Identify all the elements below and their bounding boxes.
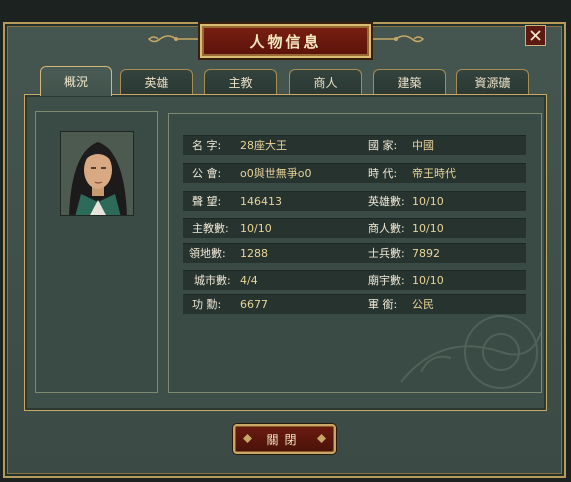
character-portrait: [60, 131, 134, 216]
info-row: 主教數: 10/10 商人數: 10/10: [183, 218, 526, 238]
floral-ornament-icon: [400, 315, 541, 389]
info-value: 帝王時代: [412, 167, 456, 180]
title-ornament-left-icon: [147, 35, 201, 43]
tab-buildings[interactable]: 建築: [373, 69, 446, 94]
window-title-plate: 人物信息: [200, 24, 371, 58]
info-label: 公 會:: [192, 167, 222, 180]
info-row: 公 會: o0與世無爭o0 時 代: 帝王時代: [183, 163, 526, 183]
info-row: 領地數: 1288 士兵數: 7892: [183, 243, 526, 263]
diamond-ornament-icon: [243, 434, 252, 443]
tab-merchants[interactable]: 商人: [289, 69, 362, 94]
info-value: 公民: [412, 298, 434, 311]
tab-label: 概況: [63, 75, 88, 89]
info-value: 6677: [240, 298, 268, 311]
info-label: 聲 望:: [192, 195, 222, 208]
info-row: 名 字: 28座大王 國 家: 中國: [183, 135, 526, 155]
info-value: 4/4: [240, 274, 258, 287]
tab-heroes[interactable]: 英雄: [120, 69, 193, 94]
info-value: o0與世無爭o0: [240, 167, 312, 180]
info-label: 國 家:: [368, 139, 398, 152]
close-x-icon: [530, 30, 541, 41]
close-window-button[interactable]: [525, 25, 546, 46]
info-value: 10/10: [412, 274, 444, 287]
tab-resource-mines[interactable]: 資源礦: [456, 69, 529, 94]
info-label: 廟宇數:: [368, 274, 405, 287]
info-value: 中國: [412, 139, 434, 152]
tab-label: 資源礦: [474, 75, 511, 90]
info-label: 軍 銜:: [368, 298, 398, 311]
info-label: 名 字:: [192, 139, 222, 152]
close-button[interactable]: 關閉: [233, 424, 336, 454]
tab-label: 商人: [313, 75, 338, 90]
close-button-label: 關閉: [266, 432, 303, 447]
info-row: 城市數: 4/4 廟宇數: 10/10: [183, 270, 526, 290]
info-label: 城市數:: [194, 274, 231, 287]
info-value: 1288: [240, 247, 268, 260]
info-value: 146413: [240, 195, 282, 208]
info-value: 10/10: [412, 222, 444, 235]
info-label: 領地數:: [189, 247, 226, 260]
tab-label: 主教: [228, 75, 253, 90]
info-label: 商人數:: [368, 222, 405, 235]
diamond-ornament-icon: [317, 434, 326, 443]
info-label: 時 代:: [368, 167, 398, 180]
window-title: 人物信息: [249, 32, 322, 51]
info-value: 7892: [412, 247, 440, 260]
info-label: 主教數:: [192, 222, 229, 235]
info-row: 功 勳: 6677 軍 銜: 公民: [183, 294, 526, 314]
info-value: 10/10: [412, 195, 444, 208]
tab-bishops[interactable]: 主教: [204, 69, 277, 94]
tab-overview[interactable]: 概況: [40, 66, 112, 96]
info-label: 士兵數:: [368, 247, 405, 260]
info-label: 功 勳:: [192, 298, 222, 311]
tab-label: 建築: [397, 75, 422, 90]
title-ornament-right-icon: [371, 35, 425, 43]
info-value: 10/10: [240, 222, 272, 235]
info-value: 28座大王: [240, 139, 287, 152]
info-label: 英雄數:: [368, 195, 405, 208]
tab-label: 英雄: [144, 75, 169, 90]
info-row: 聲 望: 146413 英雄數: 10/10: [183, 191, 526, 211]
